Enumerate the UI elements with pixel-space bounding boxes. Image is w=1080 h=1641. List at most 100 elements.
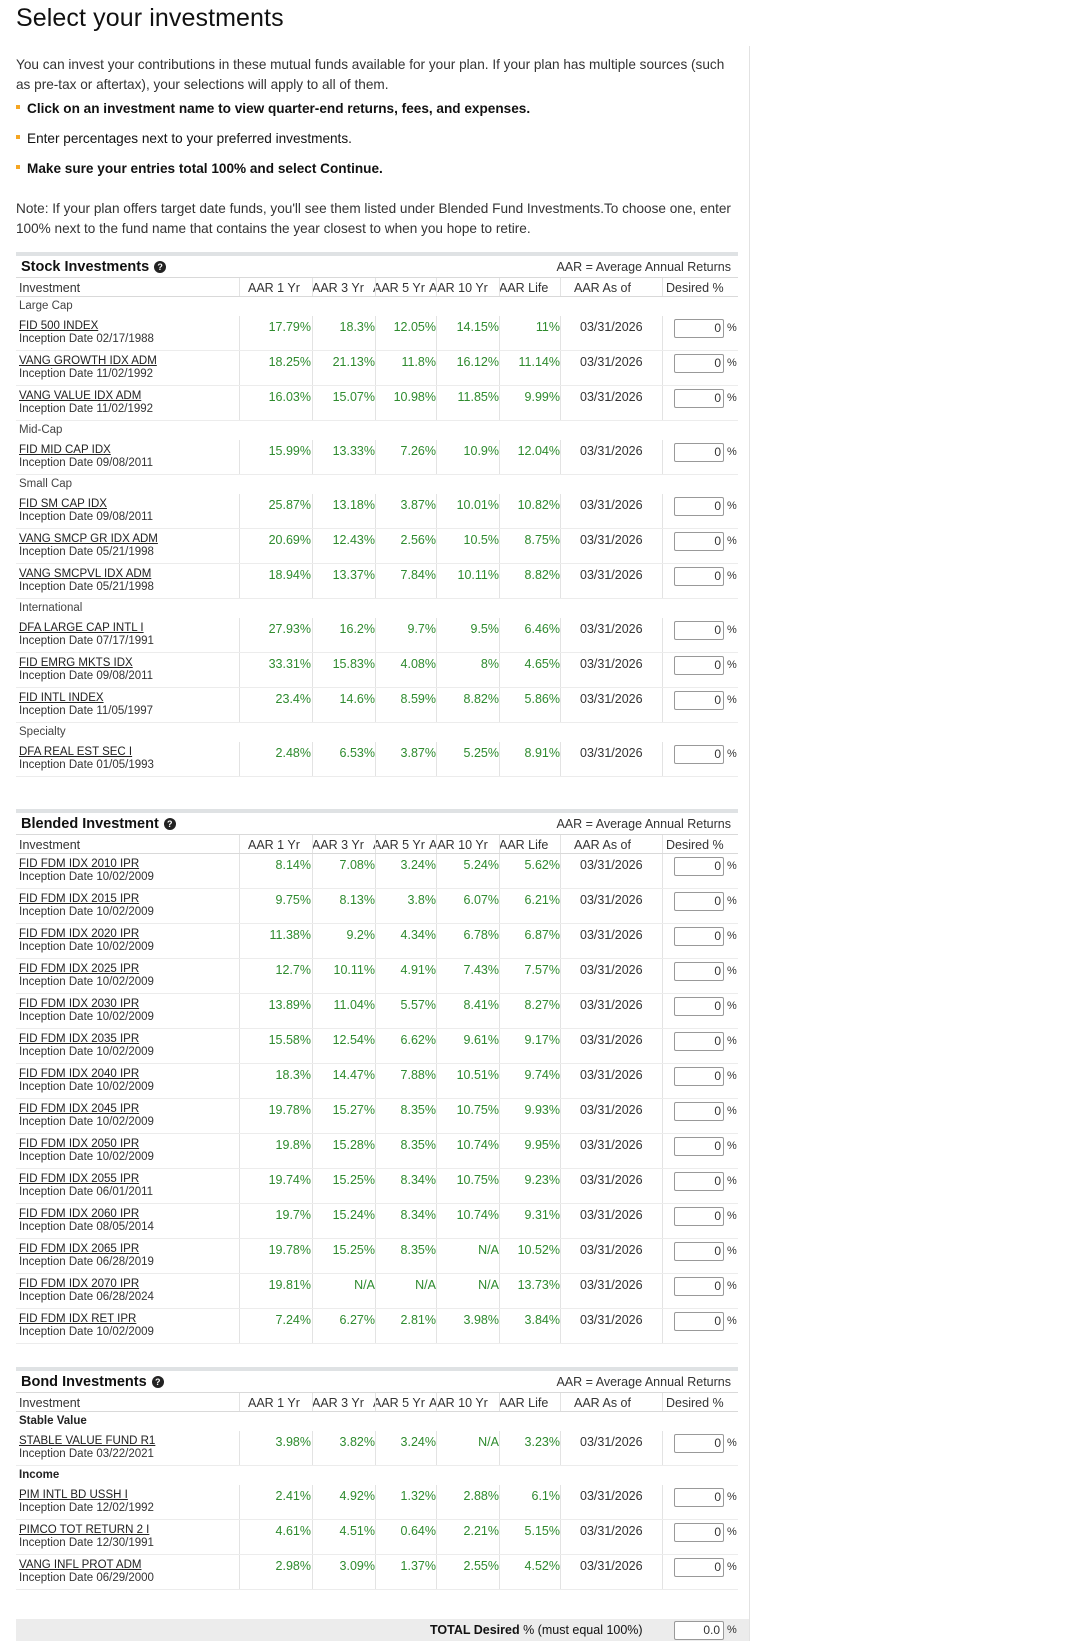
fund-name-link[interactable]: VANG SMCP GR IDX ADM [19,533,158,545]
inception-date: Inception Date 11/02/1992 [19,403,154,415]
fund-name-link[interactable]: FID FDM IDX 2050 IPR [19,1138,139,1150]
return-value-y1: 9.75% [275,893,311,907]
return-value-y5: 8.35% [400,1103,436,1117]
return-value-life: 9.99% [524,390,560,404]
fund-name-link[interactable]: FID FDM IDX 2045 IPR [19,1103,139,1115]
fund-name-link[interactable]: FID EMRG MKTS IDX [19,657,133,669]
column-separator [239,1431,240,1465]
fund-name-link[interactable]: FID FDM IDX 2025 IPR [19,963,139,975]
return-value-y3: 3.82% [339,1435,375,1449]
return-value-y5: 7.84% [400,568,436,582]
fund-name-link[interactable]: VANG VALUE IDX ADM [19,390,141,402]
return-value-life: 4.52% [524,1559,560,1573]
desired-percent-input[interactable]: 0 [674,892,724,911]
desired-percent-input[interactable]: 0 [674,1067,724,1086]
question-circle-icon[interactable]: ? [163,818,176,830]
desired-percent-input[interactable]: 0 [674,1523,724,1542]
desired-percent-input[interactable]: 0 [674,927,724,946]
fund-name-link[interactable]: FID FDM IDX 2030 IPR [19,998,139,1010]
fund-name-link[interactable]: FID FDM IDX RET IPR [19,1313,136,1325]
fund-name-link[interactable]: FID INTL INDEX [19,692,104,704]
fund-name-link[interactable]: FID FDM IDX 2040 IPR [19,1068,139,1080]
column-separator [662,1393,663,1411]
column-separator [312,1134,313,1168]
fund-name-link[interactable]: VANG INFL PROT ADM [19,1559,141,1571]
fund-name-link[interactable]: FID 500 INDEX [19,320,98,332]
column-header: AAR Life [499,1396,549,1410]
column-separator [436,653,437,687]
column-separator [375,653,376,687]
fund-name-link[interactable]: FID FDM IDX 2015 IPR [19,893,139,905]
desired-percent-input[interactable]: 0 [674,567,724,586]
desired-percent-input[interactable]: 0 [674,532,724,551]
desired-percent-input[interactable]: 0 [674,1488,724,1507]
fund-name-link[interactable]: FID FDM IDX 2055 IPR [19,1173,139,1185]
desired-percent-input[interactable]: 0 [674,962,724,981]
fund-name-link[interactable]: FID SM CAP IDX [19,498,107,510]
fund-name-link[interactable]: FID FDM IDX 2010 IPR [19,858,139,870]
desired-percent-input[interactable]: 0 [674,745,724,764]
fund-name-link[interactable]: VANG GROWTH IDX ADM [19,355,157,367]
desired-percent-input[interactable]: 0 [674,691,724,710]
fund-name-link[interactable]: FID MID CAP IDX [19,444,111,456]
desired-percent-input[interactable]: 0 [674,1172,724,1191]
return-value-y5: 3.87% [400,498,436,512]
fund-name-link[interactable]: STABLE VALUE FUND R1 [19,1435,155,1447]
question-circle-icon[interactable]: ? [151,1376,164,1388]
fund-name-link[interactable]: VANG SMCPVL IDX ADM [19,568,151,580]
fund-name-link[interactable]: FID FDM IDX 2060 IPR [19,1208,139,1220]
question-circle-icon[interactable]: ? [154,261,167,273]
desired-percent-input[interactable]: 0 [674,497,724,516]
column-separator [239,1239,240,1273]
desired-percent-input[interactable]: 0 [674,443,724,462]
desired-percent-input[interactable]: 0 [674,997,724,1016]
fund-name-link[interactable]: FID FDM IDX 2035 IPR [19,1033,139,1045]
column-separator [375,529,376,563]
column-separator [499,1309,500,1343]
column-separator [239,1064,240,1098]
column-separator [436,529,437,563]
return-value-y5: 3.8% [407,893,437,907]
desired-percent-input[interactable]: 0 [674,1434,724,1453]
column-separator [239,1555,240,1589]
return-value-y10: 2.88% [463,1489,499,1503]
fund-row: FID FDM IDX 2015 IPR Inception Date 10/02… [16,889,738,924]
fund-name-link[interactable]: FID FDM IDX 2065 IPR [19,1243,139,1255]
fund-name-link[interactable]: DFA LARGE CAP INTL I [19,622,144,634]
desired-percent-input[interactable]: 0 [674,621,724,640]
column-separator [560,959,561,993]
square-bullet-icon [16,165,20,170]
return-value-y5: 0.64% [400,1524,436,1538]
return-value-life: 3.23% [524,1435,560,1449]
section-header: Bond Investments? AAR = Average Annual Re… [16,1371,738,1392]
return-value-life: 6.87% [524,928,560,942]
percent-sign: % [727,446,737,458]
desired-percent-input[interactable]: 0 [674,1207,724,1226]
return-value-life: 8.75% [524,533,560,547]
percent-sign: % [727,1491,737,1503]
desired-percent-input[interactable]: 0 [674,319,724,338]
inception-date: Inception Date 07/17/1991 [19,635,154,647]
fund-name-link[interactable]: PIM INTL BD USSH I [19,1489,128,1501]
total-desired-label: TOTAL Desired % (must equal 100%) [430,1623,643,1637]
fund-name-link[interactable]: FID FDM IDX 2020 IPR [19,928,139,940]
return-value-y3: 6.53% [339,746,375,760]
desired-percent-input[interactable]: 0 [674,1558,724,1577]
column-separator [312,564,313,598]
desired-percent-input[interactable]: 0 [674,389,724,408]
column-separator [560,835,561,853]
desired-percent-input[interactable]: 0 [674,857,724,876]
fund-name-link[interactable]: DFA REAL EST SEC I [19,746,132,758]
desired-percent-input[interactable]: 0 [674,1242,724,1261]
column-separator [560,440,561,474]
desired-percent-input[interactable]: 0 [674,1312,724,1331]
fund-name-link[interactable]: PIMCO TOT RETURN 2 I [19,1524,149,1536]
percent-sign: % [727,1624,737,1636]
desired-percent-input[interactable]: 0 [674,1102,724,1121]
desired-percent-input[interactable]: 0 [674,1137,724,1156]
desired-percent-input[interactable]: 0 [674,656,724,675]
desired-percent-input[interactable]: 0 [674,1277,724,1296]
desired-percent-input[interactable]: 0 [674,1032,724,1051]
fund-name-link[interactable]: FID FDM IDX 2070 IPR [19,1278,139,1290]
desired-percent-input[interactable]: 0 [674,354,724,373]
